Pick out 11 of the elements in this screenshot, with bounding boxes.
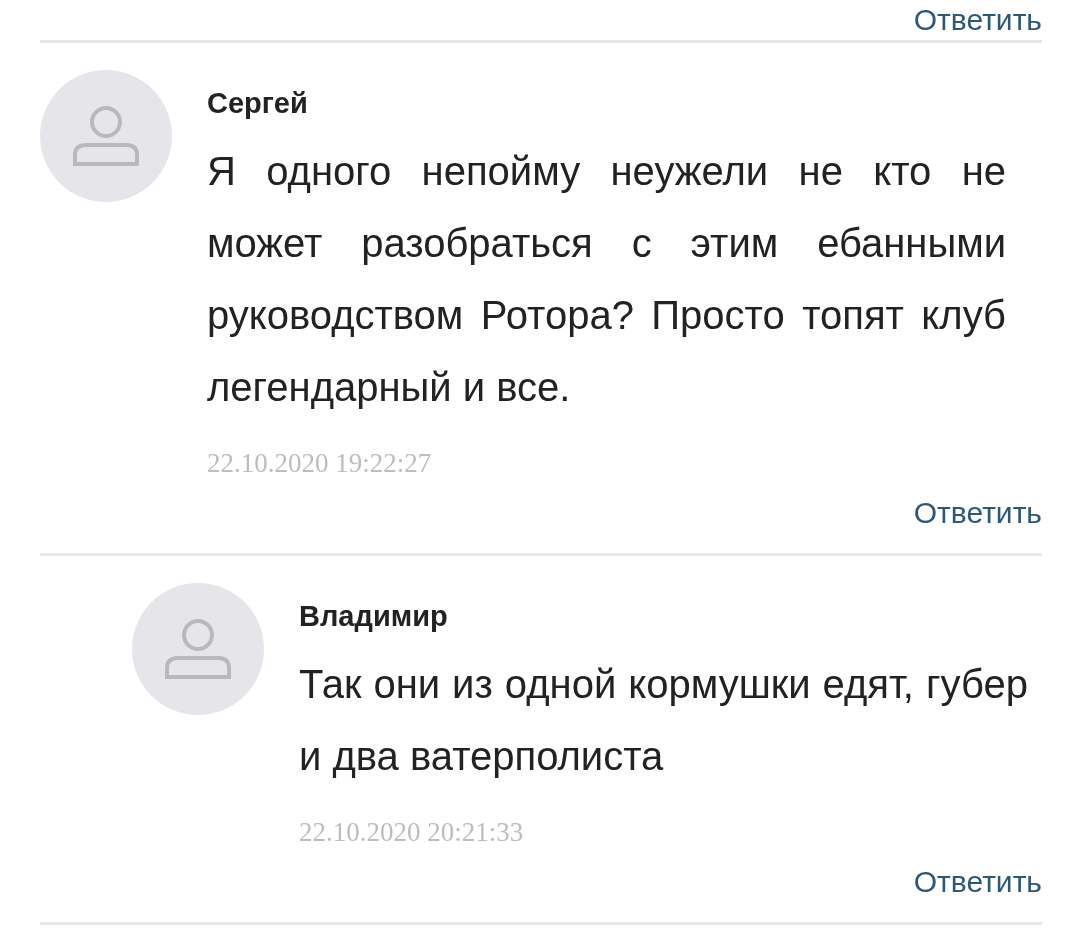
comment-date: 22.10.2020 20:21:33 — [299, 816, 525, 849]
reply-link[interactable]: Ответить — [913, 2, 1042, 38]
user-icon — [164, 618, 232, 680]
comment-date: 22.10.2020 19:22:27 — [207, 447, 433, 480]
comment-text: Так они из одной кормушки едят, губер и два ватерполиста — [299, 661, 1029, 780]
author-name: Сергей — [207, 86, 309, 121]
author-name: Владимир — [299, 599, 449, 634]
comment-text: Я одного непойму неужели не кто не может разобраться с этим ебанными руководством Ротора? Просто топят клуб легендарный и все. — [207, 148, 1007, 411]
reply-link[interactable]: Ответить — [913, 862, 1042, 902]
reply-link[interactable]: Ответить — [913, 493, 1042, 533]
user-icon — [72, 105, 140, 167]
